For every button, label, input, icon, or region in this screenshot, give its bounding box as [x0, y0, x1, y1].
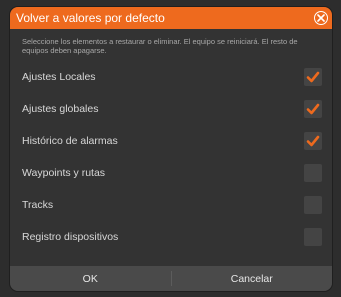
- close-button[interactable]: [314, 11, 328, 25]
- option-label: Tracks: [22, 199, 54, 211]
- option-row[interactable]: Tracks: [10, 189, 332, 221]
- checkmark-icon: [306, 103, 320, 115]
- option-checkbox[interactable]: [304, 68, 322, 86]
- checkmark-icon: [306, 71, 320, 83]
- checkmark-icon: [306, 135, 320, 147]
- option-label: Ajustes Locales: [22, 71, 96, 83]
- option-checkbox[interactable]: [304, 100, 322, 118]
- dialog-description: Seleccione los elementos a restaurar o e…: [22, 37, 298, 55]
- option-row[interactable]: Waypoints y rutas: [10, 157, 332, 189]
- dialog-title: Volver a valores por defecto: [16, 11, 165, 25]
- reset-defaults-dialog: Volver a valores por defecto Seleccione …: [10, 7, 332, 291]
- option-label: Registro dispositivos: [22, 231, 119, 243]
- option-row[interactable]: Ajustes Locales: [10, 61, 332, 93]
- option-label: Ajustes globales: [22, 103, 99, 115]
- dialog-titlebar: Volver a valores por defecto: [10, 7, 332, 29]
- option-label: Waypoints y rutas: [22, 167, 106, 179]
- option-row[interactable]: Ajustes globales: [10, 93, 332, 125]
- option-row[interactable]: Histórico de alarmas: [10, 125, 332, 157]
- ok-button[interactable]: OK: [10, 266, 171, 291]
- dialog-footer: OK Cancelar: [10, 266, 332, 291]
- option-checkbox[interactable]: [304, 228, 322, 246]
- reset-options-list: Ajustes Locales Ajustes globales Históri…: [10, 61, 332, 253]
- option-label: Histórico de alarmas: [22, 135, 118, 147]
- option-checkbox[interactable]: [304, 132, 322, 150]
- option-checkbox[interactable]: [304, 164, 322, 182]
- option-row[interactable]: Registro dispositivos: [10, 221, 332, 253]
- option-checkbox[interactable]: [304, 196, 322, 214]
- close-icon: [317, 14, 325, 22]
- cancel-button[interactable]: Cancelar: [172, 266, 333, 291]
